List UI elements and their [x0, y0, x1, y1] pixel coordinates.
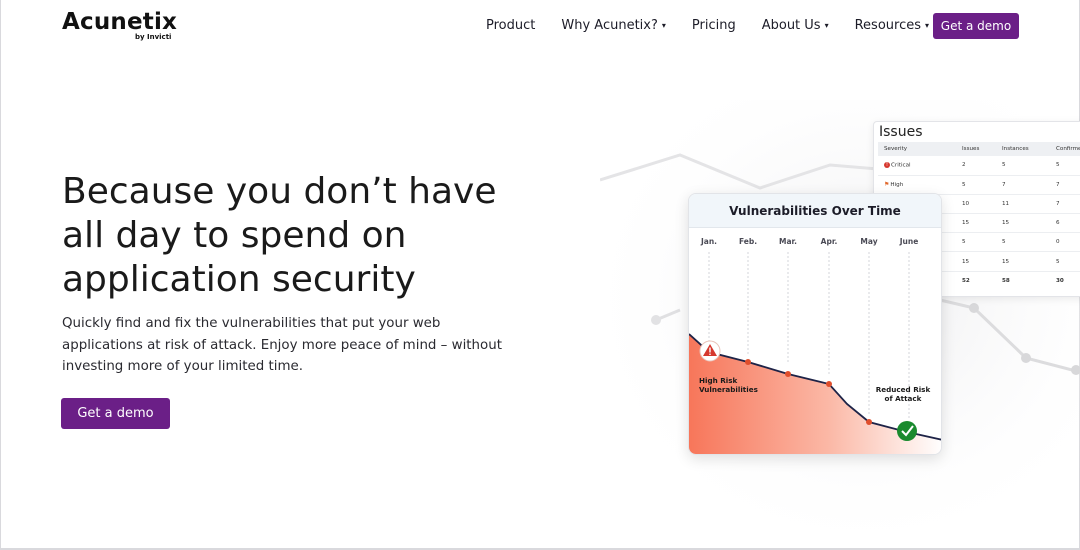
check-icon [897, 421, 917, 441]
instances-total: 58 [1002, 277, 1010, 284]
flag-icon: ⚑ [884, 181, 890, 189]
issues-header-row: Severity Issues Instances Confirme [878, 142, 1080, 156]
severity-label: High [890, 182, 904, 189]
critical-icon: ! [884, 162, 890, 169]
issues-cell: 15 [956, 213, 996, 234]
month-label: Apr. [821, 237, 838, 246]
trend-point [785, 371, 791, 377]
caret-down-icon: ▾ [924, 21, 929, 30]
column-header: Issues [956, 142, 996, 156]
severity-label: Critical [891, 162, 911, 169]
caret-down-icon: ▾ [824, 21, 829, 30]
issues-cell: 5 [956, 175, 996, 195]
column-header: Confirme [1050, 142, 1080, 156]
issues-cell: 10 [956, 194, 996, 215]
high-risk-label: High Risk Vulnerabilities [699, 376, 758, 394]
nav-item-label: Resources [854, 18, 921, 33]
instances-cell: 7 [996, 175, 1050, 195]
nav-item-label: About Us [761, 18, 821, 33]
reduced-risk-label: Reduced Risk of Attack [875, 385, 931, 403]
severity-cell: ! Critical [878, 156, 956, 176]
trend-point [866, 419, 872, 425]
confirmed-cell: 5 [1050, 251, 1080, 272]
column-header: Severity [878, 142, 956, 156]
column-header: Instances [996, 142, 1050, 156]
confirmed-cell: 0 [1050, 232, 1080, 253]
nav-get-demo-button[interactable]: Get a demo [933, 13, 1019, 39]
hero-headline: Because you don’t have all day to spend … [62, 171, 497, 300]
issues-total: 52 [962, 277, 970, 284]
hero-subtext: Quickly find and fix the vulnerabilities… [62, 316, 502, 374]
nav-item-pricing[interactable]: Pricing [692, 18, 736, 33]
issues-title: Issues [879, 124, 923, 140]
brand-logo[interactable]: Acunetix by Invicti [62, 9, 178, 41]
issues-cell: 15 [956, 251, 996, 272]
severity-cell: ⚑High [878, 175, 956, 195]
trend-point [745, 359, 751, 365]
nav-item-about-us[interactable]: About Us ▾ [762, 18, 829, 33]
confirmed-cell: 7 [1050, 194, 1080, 215]
issues-cell: 5 [956, 232, 996, 253]
month-labels: Jan. Feb. Mar. Apr. May June [700, 237, 918, 246]
month-label: Feb. [739, 237, 757, 246]
nav-item-resources[interactable]: Resources ▾ [855, 18, 929, 33]
month-label: May [860, 237, 877, 246]
confirmed-cell: 6 [1050, 213, 1080, 234]
nav-item-label: Product [486, 18, 536, 33]
instances-cell: 15 [996, 213, 1050, 234]
confirmed-cell: 5 [1050, 156, 1080, 176]
instances-cell: 5 [996, 156, 1050, 176]
brand-tagline: by Invicti [135, 33, 172, 41]
nav-item-label: Why Acunetix? [561, 18, 658, 33]
nav-item-why-acunetix[interactable]: Why Acunetix? ▾ [561, 18, 666, 33]
issues-cell: 2 [956, 156, 996, 176]
month-label: Mar. [779, 237, 797, 246]
vulnerabilities-illustration: Jan. Feb. Mar. Apr. May June [689, 237, 941, 454]
trend-point [826, 381, 832, 387]
caret-down-icon: ▾ [661, 21, 666, 30]
month-label: June [899, 237, 919, 246]
month-label: Jan. [700, 237, 717, 246]
instances-cell: 11 [996, 194, 1050, 215]
confirmed-total: 30 [1056, 277, 1064, 284]
instances-cell: 15 [996, 251, 1050, 272]
table-row: ! Critical 2 5 5 [878, 156, 1080, 176]
warning-icon [699, 340, 721, 362]
main-nav: Product Why Acunetix? ▾ Pricing About Us… [486, 18, 955, 33]
confirmed-cell: 7 [1050, 175, 1080, 195]
instances-cell: 5 [996, 232, 1050, 253]
brand-name: Acunetix [62, 9, 178, 35]
table-row: ⚑High 5 7 7 [878, 175, 1080, 195]
nav-item-product[interactable]: Product [486, 18, 535, 33]
vulnerabilities-card: Vulnerabilities Over Time Jan. Feb. Mar.… [688, 193, 942, 455]
nav-item-label: Pricing [691, 18, 736, 33]
hero-get-demo-button[interactable]: Get a demo [61, 398, 170, 429]
